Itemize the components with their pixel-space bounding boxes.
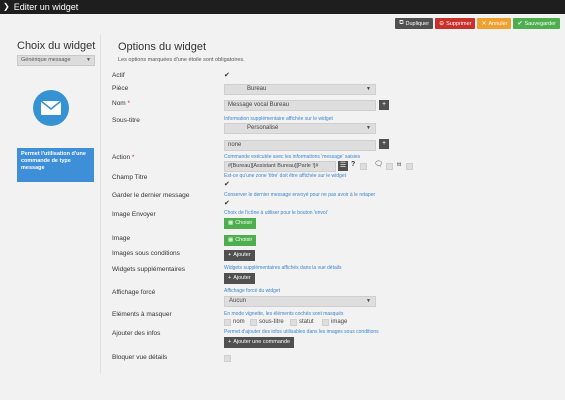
toolbar: ⧉ Dupliquer ⊖ Supprimer ✕ Annuler ✔ Sauvegar… bbox=[395, 18, 560, 29]
window-titlebar: ❯ Editer un widget bbox=[0, 0, 565, 14]
images-conditions-add-button[interactable]: + Ajouter bbox=[224, 250, 255, 261]
masquer-sous-titre-checkbox[interactable] bbox=[250, 319, 257, 326]
help-affichage-force: Affichage forcé du widget bbox=[224, 288, 281, 294]
label-elements-masquer: Eléments à masquer bbox=[112, 311, 172, 318]
image-icon: ▦ bbox=[228, 220, 234, 226]
widget-choice-panel: Choix du widget Générique message ▼ Perm… bbox=[17, 40, 97, 182]
question-icon[interactable]: ? bbox=[351, 161, 355, 168]
label-ajouter-infos: Ajouter des infos bbox=[112, 330, 161, 337]
widgets-supp-add-button[interactable]: + Ajouter bbox=[224, 273, 255, 284]
image-choose-button[interactable]: ▦ Choisir bbox=[224, 235, 257, 246]
masquer-nom-label: nom bbox=[233, 319, 245, 325]
plus-icon: + bbox=[228, 275, 232, 281]
label-piece: Pièce bbox=[112, 85, 129, 92]
sous-titre-add-button[interactable]: + bbox=[379, 139, 389, 149]
label-actif: Actif bbox=[112, 72, 125, 79]
actif-checkbox[interactable]: ✔ bbox=[224, 71, 230, 79]
masquer-statut-checkbox[interactable] bbox=[290, 319, 297, 326]
label-garder: Garder le dernier message bbox=[112, 192, 190, 199]
nom-add-button[interactable]: + bbox=[379, 100, 389, 110]
action-extra-checkbox[interactable] bbox=[406, 163, 413, 170]
sous-titre-select[interactable]: Personalisé ▼ bbox=[224, 123, 376, 134]
envelope-icon bbox=[33, 90, 69, 126]
help-image-envoyer: Choix de l'icône à utiliser pour le bout… bbox=[224, 210, 328, 216]
champ-titre-checkbox[interactable]: ✔ bbox=[224, 180, 230, 188]
nom-input[interactable]: Message vocal Bureau bbox=[224, 100, 376, 111]
masquer-sous-titre-label: sous-titre bbox=[259, 319, 284, 325]
divider bbox=[100, 34, 101, 374]
chevron-down-icon: ▼ bbox=[366, 125, 371, 131]
garder-checkbox[interactable]: ✔ bbox=[224, 199, 230, 207]
label-bloquer: Bloquer vue détails bbox=[112, 354, 168, 361]
list-icon: ☰ bbox=[339, 162, 347, 169]
save-button[interactable]: ✔ Sauvegarder bbox=[513, 18, 560, 29]
window-title: Editer un widget bbox=[13, 2, 79, 12]
chevron-down-icon: ▼ bbox=[366, 298, 371, 304]
close-icon: ✕ bbox=[481, 21, 487, 27]
cancel-button[interactable]: ✕ Annuler bbox=[477, 18, 512, 29]
sous-titre-input[interactable]: none bbox=[224, 140, 376, 151]
chevron-down-icon: ▼ bbox=[86, 57, 91, 63]
plus-icon: + bbox=[228, 339, 232, 345]
label-sous-titre: Sous-titre bbox=[112, 117, 140, 124]
action-list-button[interactable]: ☰ bbox=[338, 161, 348, 171]
plus-icon: + bbox=[381, 140, 387, 147]
comment-icon: 🗨 bbox=[374, 161, 383, 168]
label-images-conditions: Images sous conditions bbox=[112, 250, 180, 257]
help-widgets-supp: Widgets supplémentaires affichés dans la… bbox=[224, 265, 342, 271]
label-action: Action * bbox=[112, 154, 135, 161]
label-affichage-force: Affichage forcé bbox=[112, 289, 156, 296]
duplicate-button[interactable]: ⧉ Dupliquer bbox=[395, 18, 434, 29]
piece-select[interactable]: Bureau ▼ bbox=[224, 84, 376, 95]
action-icon-text: ttt bbox=[397, 162, 402, 168]
action-option-checkbox[interactable] bbox=[360, 163, 367, 170]
help-garder: Conserver le dernier message envoyé pour… bbox=[224, 192, 376, 198]
help-action: Commande exécutée avec les informations … bbox=[224, 154, 361, 160]
plus-icon: + bbox=[228, 252, 232, 258]
masquer-image-label: image bbox=[331, 319, 348, 325]
help-champ-titre: Est-ce qu'une zone 'titre' doit être aff… bbox=[224, 173, 347, 179]
label-image-envoyer: Image Envoyer bbox=[112, 211, 156, 218]
label-image: Image bbox=[112, 235, 131, 242]
page-title: Options du widget bbox=[118, 41, 207, 53]
label-nom: Nom * bbox=[112, 100, 131, 107]
delete-button[interactable]: ⊖ Supprimer bbox=[435, 18, 476, 29]
label-champ-titre: Champ Titre bbox=[112, 174, 148, 181]
collapse-arrow-icon[interactable]: ❯ bbox=[3, 0, 10, 14]
minus-circle-icon: ⊖ bbox=[439, 21, 445, 27]
plus-icon: + bbox=[381, 101, 387, 108]
copy-icon: ⧉ bbox=[399, 20, 404, 26]
image-icon: ▦ bbox=[228, 237, 234, 243]
action-input[interactable]: #[Bureau][Assistant Bureau][Parle !]# bbox=[224, 161, 336, 172]
masquer-nom-checkbox[interactable] bbox=[224, 319, 231, 326]
check-circle-icon: ✔ bbox=[517, 21, 523, 27]
help-ajouter-infos: Permet d'ajouter des infos utilisables d… bbox=[224, 329, 379, 335]
image-envoyer-choose-button[interactable]: ▦ Choisir bbox=[224, 218, 257, 229]
chevron-down-icon: ▼ bbox=[366, 86, 371, 92]
action-comment-checkbox[interactable] bbox=[386, 163, 393, 170]
masquer-statut-label: statut bbox=[299, 319, 314, 325]
label-widgets-supp: Widgets supplémentaires bbox=[112, 266, 185, 273]
required-note: Les options marquées d'une étoile sont o… bbox=[118, 57, 245, 63]
help-elements-masquer: En mode vignette, les éléments cochés so… bbox=[224, 311, 344, 317]
widget-type-select[interactable]: Générique message ▼ bbox=[17, 55, 95, 66]
ajouter-commande-button[interactable]: + Ajouter une commande bbox=[224, 337, 295, 348]
bloquer-checkbox[interactable] bbox=[224, 355, 231, 362]
widget-description: Permet l'utilisation d'une commande de t… bbox=[17, 148, 94, 182]
sidebar-title: Choix du widget bbox=[17, 40, 96, 52]
affichage-force-select[interactable]: Aucun ▼ bbox=[224, 296, 376, 307]
masquer-image-checkbox[interactable] bbox=[322, 319, 329, 326]
help-sous-titre: Information supplémentaire affichée sur … bbox=[224, 116, 333, 122]
